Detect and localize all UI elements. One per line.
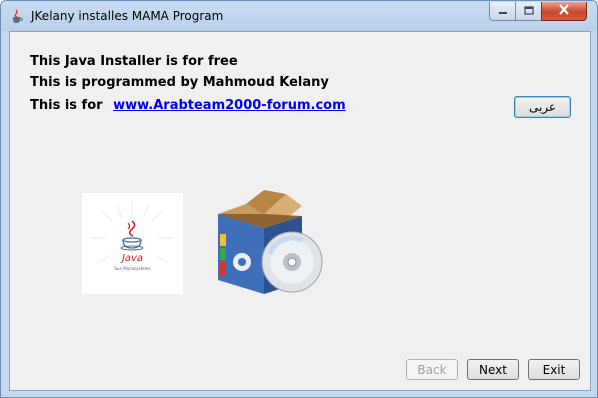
- java-logo: Java Sun Microsystems: [82, 193, 183, 294]
- window-title: JKelany installes MAMA Program: [31, 9, 224, 23]
- title-bar[interactable]: JKelany installes MAMA Program: [1, 1, 597, 31]
- website-link[interactable]: www.Arabteam2000-forum.com: [113, 98, 346, 113]
- next-button[interactable]: Next: [467, 359, 519, 380]
- client-area: This Java Installer is for free This is …: [9, 31, 591, 391]
- close-button[interactable]: [541, 2, 587, 21]
- author-text: This is programmed by Mahmoud Kelany: [30, 75, 329, 90]
- maximize-button[interactable]: [515, 2, 542, 21]
- java-cup-icon: [92, 201, 172, 264]
- java-wordmark: Java: [121, 253, 144, 264]
- website-line: This is for www.Arabteam2000-forum.com: [30, 98, 346, 113]
- maximize-icon: [523, 2, 534, 20]
- back-button[interactable]: Back: [406, 359, 458, 380]
- arabic-language-button[interactable]: عربى: [514, 96, 571, 118]
- minimize-button[interactable]: [489, 2, 516, 21]
- close-icon: [558, 2, 570, 20]
- minimize-icon: [498, 2, 508, 20]
- exit-button[interactable]: Exit: [528, 359, 580, 380]
- installer-window: JKelany installes MAMA Program This Java…: [0, 0, 598, 398]
- java-cup-icon: [9, 8, 25, 24]
- website-prefix: This is for: [30, 98, 103, 113]
- sun-microsystems-tagline: Sun Microsystems: [114, 266, 151, 271]
- free-installer-text: This Java Installer is for free: [30, 54, 238, 69]
- software-box-icon: [206, 184, 330, 296]
